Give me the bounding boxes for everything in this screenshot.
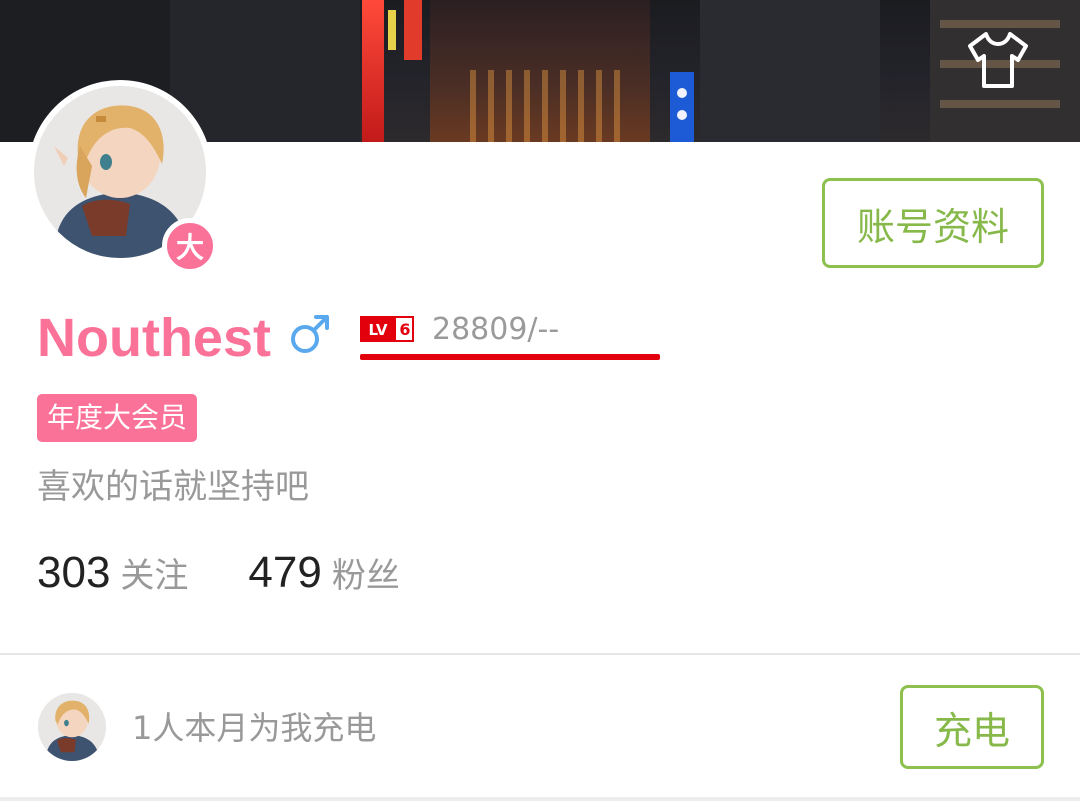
username: Nouthest	[37, 308, 271, 368]
followers-stat[interactable]: 479 粉丝	[248, 548, 399, 598]
experience-text: 28809/--	[432, 312, 560, 347]
banner-light	[677, 110, 687, 120]
experience-bar	[360, 354, 660, 360]
banner-neon-sign	[362, 0, 384, 142]
banner-building	[170, 0, 360, 142]
experience-bar-fill	[360, 354, 660, 360]
banner-window	[940, 100, 1060, 108]
followers-label: 粉丝	[331, 556, 400, 596]
profile-stats: 303 关注 479 粉丝	[37, 548, 400, 598]
following-label: 关注	[120, 556, 189, 596]
followers-count: 479	[248, 548, 322, 597]
banner-window	[940, 20, 1060, 28]
charge-button[interactable]: 充电	[900, 685, 1044, 769]
following-count: 303	[37, 548, 111, 597]
vip-badge-icon: 大	[162, 218, 218, 274]
following-stat[interactable]: 303 关注	[37, 548, 188, 598]
banner-neon-sign	[670, 72, 694, 142]
charge-summary-text: 1人本月为我充电	[132, 709, 377, 747]
charge-row[interactable]: 1人本月为我充电 充电	[0, 655, 1080, 801]
bottom-divider	[0, 797, 1080, 801]
level-badge: LV 6	[360, 316, 414, 342]
banner-neon-sign	[388, 10, 396, 50]
level-badge-text: LV	[368, 321, 387, 339]
banner-traffic-lights	[470, 70, 630, 142]
male-symbol-icon	[288, 312, 332, 356]
vip-tag[interactable]: 年度大会员	[37, 394, 198, 442]
charger-avatar	[38, 693, 106, 761]
signature-text: 喜欢的话就坚持吧	[37, 467, 309, 507]
banner-light	[677, 88, 687, 98]
level-number: 6	[399, 320, 410, 339]
banner-neon-sign	[404, 0, 422, 60]
tshirt-icon[interactable]	[964, 28, 1032, 92]
banner-building	[700, 0, 880, 142]
account-info-button[interactable]: 账号资料	[822, 178, 1044, 268]
